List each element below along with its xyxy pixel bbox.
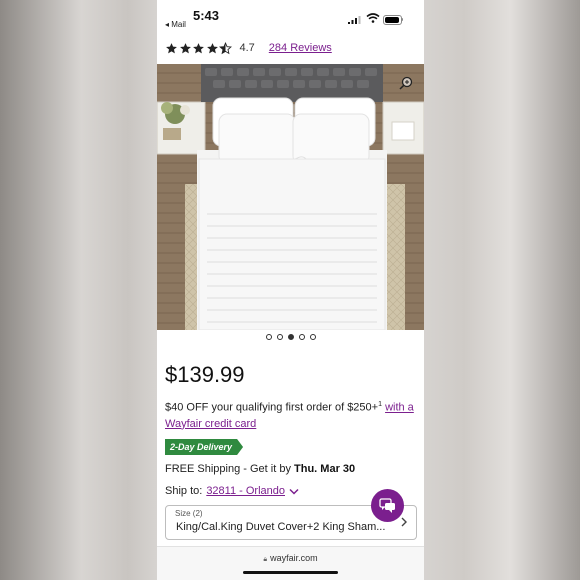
- zoom-in-icon[interactable]: [399, 76, 413, 90]
- product-price: $139.99: [165, 362, 245, 387]
- bedding-photo: [157, 64, 424, 330]
- shipping-prefix: FREE Shipping - Get it by: [165, 463, 291, 475]
- reviews-link[interactable]: 284 Reviews: [269, 42, 332, 54]
- product-image[interactable]: [157, 64, 424, 330]
- browser-address-bar[interactable]: 🔒︎ wayfair.com: [157, 546, 424, 580]
- carousel-dot[interactable]: [298, 334, 305, 340]
- chat-icon: [379, 498, 395, 513]
- rating-value: 4.7: [239, 42, 255, 54]
- home-indicator[interactable]: [243, 571, 338, 574]
- battery-tip: [401, 18, 403, 21]
- ship-to-label: Ship to:: [165, 485, 203, 497]
- lock-icon: 🔒︎: [263, 556, 268, 563]
- url-text: wayfair.com: [270, 553, 318, 563]
- promo-offer: $40 OFF your qualifying first order of $…: [165, 401, 379, 414]
- back-to-mail-link[interactable]: ◂ Mail: [165, 20, 186, 29]
- status-bar: 5:43 ◂ Mail: [157, 0, 424, 32]
- delivery-badge: 2-Day Delivery: [165, 439, 243, 455]
- star-half-icon: [219, 41, 232, 54]
- carousel-dot[interactable]: [265, 334, 272, 340]
- carousel-dot[interactable]: [309, 334, 316, 340]
- ship-to-row: Ship to: 32811 - Orlando: [165, 485, 299, 497]
- carousel-dot-active[interactable]: [287, 334, 294, 340]
- delivery-date: Thu. Mar 30: [294, 463, 356, 475]
- star-icon: [206, 42, 218, 53]
- ship-to-location-link[interactable]: 32811 - Orlando: [206, 485, 285, 497]
- battery-icon: [383, 15, 402, 25]
- chat-button[interactable]: [371, 489, 404, 522]
- star-icon: [166, 42, 177, 53]
- star-rating: [165, 41, 233, 55]
- shipping-info: FREE Shipping - Get it by Thu. Mar 30: [165, 463, 355, 475]
- promo-text: $40 OFF your qualifying first order of $…: [165, 397, 420, 432]
- url-display: 🔒︎ wayfair.com: [157, 553, 424, 564]
- star-icon: [179, 42, 191, 53]
- signal-icon: [348, 16, 361, 24]
- size-label: Size (2): [175, 509, 203, 518]
- chevron-down-icon[interactable]: [289, 488, 299, 495]
- wifi-icon: [366, 13, 380, 23]
- carousel-dots: [157, 334, 424, 340]
- phone-screen: 5:43 ◂ Mail 4.7 284 Reviews $139.99 $40 …: [157, 0, 424, 580]
- rating-row: 4.7 284 Reviews: [165, 40, 332, 56]
- chevron-right-icon: [401, 517, 407, 527]
- clock: 5:43: [193, 8, 220, 23]
- promo-footnote: 1: [378, 401, 382, 408]
- star-icon: [193, 42, 204, 53]
- carousel-dot[interactable]: [276, 334, 283, 340]
- size-value: King/Cal.King Duvet Cover+2 King Sham...: [176, 521, 386, 533]
